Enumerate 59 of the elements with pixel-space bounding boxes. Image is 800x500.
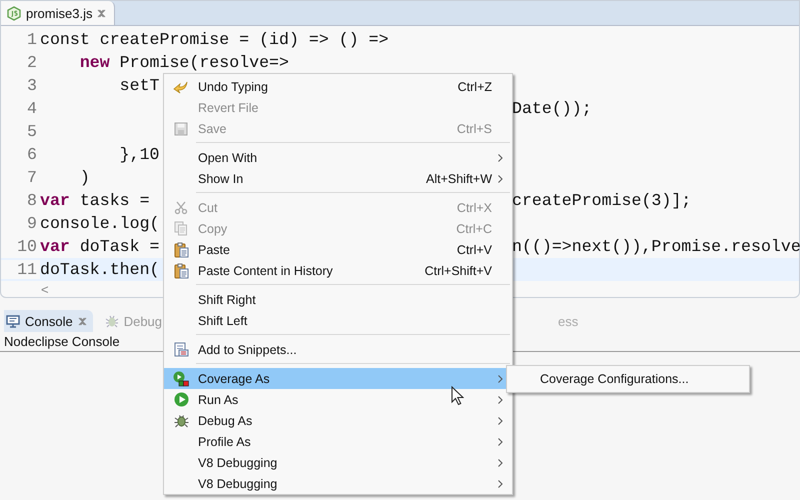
chevron-right-icon	[498, 174, 503, 182]
menu-item[interactable]: Show In Alt+Shift+W	[164, 168, 512, 189]
code-text: n(()=>next()),Promise.resolve	[512, 237, 800, 256]
editor-tab[interactable]: promise3.js	[1, 1, 116, 25]
close-icon[interactable]	[97, 8, 106, 18]
clipboard-icon	[174, 242, 188, 258]
code-text: )	[78, 168, 90, 187]
menu-item[interactable]: Paste Ctrl+V	[164, 239, 512, 260]
code-text: var doTask =	[40, 237, 160, 256]
document-icon	[174, 342, 188, 357]
run-icon	[174, 392, 188, 407]
code-text: new Promise(resolve=>	[78, 53, 289, 72]
line-number: 1	[26, 30, 38, 49]
line-number: 11	[1, 260, 40, 279]
menu-item[interactable]: Profile As	[164, 431, 512, 452]
monitor-icon	[6, 314, 20, 328]
menu-item[interactable]: Paste Content in History Ctrl+Shift+V	[164, 260, 512, 281]
copy-icon	[174, 221, 188, 236]
menu-item[interactable]: Shift Right	[164, 289, 512, 310]
chevron-right-icon	[498, 374, 503, 382]
close-icon[interactable]	[78, 316, 87, 326]
code-text: doTask.then(	[40, 260, 160, 279]
undo-icon	[173, 80, 189, 94]
menu-item[interactable]: Undo Typing Ctrl+Z	[164, 76, 512, 97]
chevron-right-icon	[498, 154, 503, 162]
chevron-right-icon	[498, 480, 503, 488]
line-number: 8	[26, 191, 38, 210]
chevron-right-icon	[498, 396, 503, 404]
line-number: 2	[26, 53, 38, 72]
code-text: Date());	[512, 99, 592, 118]
line-number: 7	[26, 168, 38, 187]
clipboard-icon	[174, 262, 188, 278]
line-number: 4	[26, 99, 38, 118]
code-text: var tasks =	[40, 191, 150, 210]
bug-icon	[104, 314, 119, 328]
line-number: 6	[26, 145, 38, 164]
chevron-right-icon	[498, 458, 503, 466]
js-file-icon	[7, 6, 21, 20]
scissors-icon	[174, 200, 188, 214]
code-text: },10	[118, 145, 160, 164]
menu-item[interactable]: Debug As	[164, 410, 512, 431]
coverage-icon	[173, 370, 189, 386]
line-number: 9	[26, 214, 38, 233]
chevron-right-icon	[498, 438, 503, 446]
menu-item[interactable]: Open With	[164, 147, 512, 168]
line-number: 10	[16, 237, 38, 256]
mouse-cursor-icon	[451, 386, 464, 406]
code-text: createPromise(3)];	[512, 191, 692, 210]
bug-icon	[174, 413, 188, 428]
code-text: const createPromise = (id) => () =>	[40, 30, 389, 49]
menu-item[interactable]: V8 Debugging	[164, 452, 512, 473]
menu-item[interactable]: V8 Debugging	[164, 473, 512, 494]
chevron-right-icon	[498, 416, 503, 424]
console-tab[interactable]: Console	[4, 310, 93, 332]
code-text: setT	[118, 76, 160, 95]
menu-item[interactable]: Coverage Configurations...	[507, 367, 749, 391]
line-number: 5	[26, 122, 38, 141]
line-number: 3	[26, 76, 38, 95]
code-text: console.log(	[40, 214, 160, 233]
